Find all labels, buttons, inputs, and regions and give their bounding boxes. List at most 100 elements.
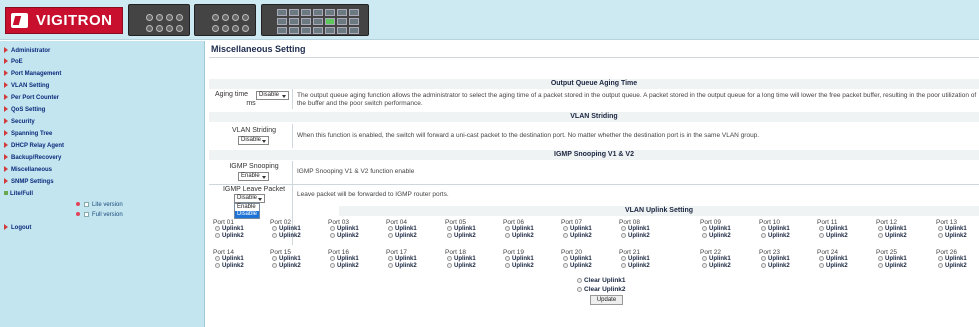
uplink1-radio[interactable]: Uplink1 (936, 226, 979, 233)
uplink2-radio[interactable]: Uplink2 (503, 233, 560, 240)
uplink1-radio[interactable]: Uplink1 (213, 226, 270, 233)
igmp-snooping-select[interactable]: Enable (238, 172, 269, 181)
uplink1-radio[interactable]: Uplink1 (445, 256, 502, 263)
device-port-icon (156, 25, 163, 32)
uplink2-radio[interactable]: Uplink2 (328, 263, 385, 270)
uplink2-radio[interactable]: Uplink2 (817, 263, 874, 270)
uplink2-radio[interactable]: Uplink2 (817, 233, 874, 240)
uplink2-radio[interactable]: Uplink2 (619, 263, 676, 270)
main-content: Miscellaneous Setting Output Queue Aging… (209, 41, 979, 327)
sidebar-item-qos-setting[interactable]: QoS Setting (4, 106, 45, 115)
uplink1-radio[interactable]: Uplink1 (619, 226, 676, 233)
uplink2-radio[interactable]: Uplink2 (876, 233, 933, 240)
uplink2-radio[interactable]: Uplink2 (561, 263, 618, 270)
sidebar-item-port-management[interactable]: Port Management (4, 70, 61, 79)
uplink-port-11: Port 11 Uplink1 Uplink2 (817, 219, 874, 241)
dropdown-option-enable[interactable]: Enable (235, 204, 259, 211)
uplink1-radio[interactable]: Uplink1 (386, 226, 443, 233)
sidebar-item-per-port-counter[interactable]: Per Port Counter (4, 94, 59, 103)
leaf-icon (4, 191, 8, 196)
vlan-striding-select[interactable]: Disable (238, 136, 269, 145)
uplink2-radio[interactable]: Uplink2 (936, 233, 979, 240)
sidebar-item-poe[interactable]: PoE (4, 58, 23, 67)
uplink2-radio[interactable]: Uplink2 (386, 233, 443, 240)
uplink1-radio[interactable]: Uplink1 (936, 256, 979, 263)
sidebar-item-vlan-setting[interactable]: VLAN Setting (4, 82, 49, 91)
sidebar-item-administrator[interactable]: Administrator (4, 47, 50, 56)
uplink1-radio[interactable]: Uplink1 (817, 226, 874, 233)
uplink1-radio[interactable]: Uplink1 (503, 256, 560, 263)
uplink2-radio[interactable]: Uplink2 (876, 263, 933, 270)
update-button[interactable]: Update (590, 295, 623, 305)
uplink1-radio[interactable]: Uplink1 (445, 226, 502, 233)
uplink2-radio[interactable]: Uplink2 (213, 233, 270, 240)
aging-time-select[interactable]: Disable (256, 91, 289, 100)
uplink1-radio[interactable]: Uplink1 (876, 226, 933, 233)
device-port-icon (176, 25, 183, 32)
igmp-snooping-label: IGMP Snooping (229, 163, 279, 170)
sidebar-item-spanning-tree[interactable]: Spanning Tree (4, 130, 52, 139)
uplink1-radio[interactable]: Uplink1 (328, 256, 385, 263)
radio-icon (577, 286, 582, 292)
uplink1-radio[interactable]: Uplink1 (876, 256, 933, 263)
uplink1-radio[interactable]: Uplink1 (561, 226, 618, 233)
section-title-aging: Output Queue Aging Time (209, 79, 979, 89)
uplink2-radio[interactable]: Uplink2 (445, 233, 502, 240)
uplink2-radio[interactable]: Uplink2 (213, 263, 270, 270)
uplink-port-18: Port 18 Uplink1 Uplink2 (445, 249, 502, 271)
sidebar-item-security[interactable]: Security (4, 118, 35, 127)
uplink1-radio[interactable]: Uplink1 (328, 226, 385, 233)
uplink2-radio[interactable]: Uplink2 (936, 263, 979, 270)
dropdown-option-disable[interactable]: Disable (235, 211, 259, 218)
uplink2-radio[interactable]: Uplink2 (503, 263, 560, 270)
clear-uplink1-radio[interactable]: Clear Uplink1 (577, 277, 626, 284)
uplink-port-13: Port 13 Uplink1 Uplink2 (936, 219, 979, 241)
switch-port-icon (301, 9, 311, 16)
sidebar-item-lite-full[interactable]: Lite/Full (4, 190, 33, 199)
uplink1-radio[interactable]: Uplink1 (759, 256, 816, 263)
full-version-option[interactable]: Full version (76, 212, 123, 218)
sidebar-item-backup-recovery[interactable]: Backup/Recovery (4, 154, 61, 163)
uplink2-radio[interactable]: Uplink2 (445, 263, 502, 270)
sidebar-item-logout[interactable]: Logout (4, 224, 31, 233)
uplink1-radio[interactable]: Uplink1 (619, 256, 676, 263)
arrow-right-icon (4, 58, 8, 65)
switch-port-icon (313, 18, 323, 25)
uplink-port-02: Port 02 Uplink1 Uplink2 (270, 219, 327, 241)
uplink1-radio[interactable]: Uplink1 (817, 256, 874, 263)
uplink2-radio[interactable]: Uplink2 (759, 233, 816, 240)
uplink1-radio[interactable]: Uplink1 (270, 226, 327, 233)
arrow-right-icon (4, 224, 8, 231)
uplink1-radio[interactable]: Uplink1 (386, 256, 443, 263)
lite-version-option[interactable]: Lite version (76, 202, 123, 208)
sidebar-item-miscellaneous[interactable]: Miscellaneous (4, 166, 52, 175)
uplink1-radio[interactable]: Uplink1 (759, 226, 816, 233)
uplink1-radio[interactable]: Uplink1 (700, 226, 757, 233)
uplink1-radio[interactable]: Uplink1 (503, 226, 560, 233)
uplink2-radio[interactable]: Uplink2 (270, 233, 327, 240)
uplink1-radio[interactable]: Uplink1 (213, 256, 270, 263)
uplink1-radio[interactable]: Uplink1 (270, 256, 327, 263)
uplink2-radio[interactable]: Uplink2 (759, 263, 816, 270)
uplink-port-21: Port 21 Uplink1 Uplink2 (619, 249, 676, 271)
uplink1-radio[interactable]: Uplink1 (700, 256, 757, 263)
sidebar-item-snmp-settings[interactable]: SNMP Settings (4, 178, 54, 187)
uplink-port-03: Port 03 Uplink1 Uplink2 (328, 219, 385, 241)
uplink2-radio[interactable]: Uplink2 (328, 233, 385, 240)
uplink1-radio[interactable]: Uplink1 (561, 256, 618, 263)
uplink-port-25: Port 25 Uplink1 Uplink2 (876, 249, 933, 271)
radio-icon (577, 277, 582, 283)
arrow-right-icon (4, 178, 8, 185)
uplink2-radio[interactable]: Uplink2 (270, 263, 327, 270)
device-port-icon (166, 14, 173, 21)
uplink2-radio[interactable]: Uplink2 (700, 233, 757, 240)
clear-uplink2-radio[interactable]: Clear Uplink2 (577, 286, 626, 293)
uplink2-radio[interactable]: Uplink2 (386, 263, 443, 270)
uplink2-radio[interactable]: Uplink2 (700, 263, 757, 270)
uplink2-radio[interactable]: Uplink2 (561, 233, 618, 240)
igmp-leave-select[interactable]: Disable (234, 194, 265, 203)
uplink2-radio[interactable]: Uplink2 (619, 233, 676, 240)
sidebar-item-dhcp-relay-agent[interactable]: DHCP Relay Agent (4, 142, 64, 151)
uplink-port-01: Port 01 Uplink1 Uplink2 (213, 219, 270, 241)
uplink-port-14: Port 14 Uplink1 Uplink2 (213, 249, 270, 271)
